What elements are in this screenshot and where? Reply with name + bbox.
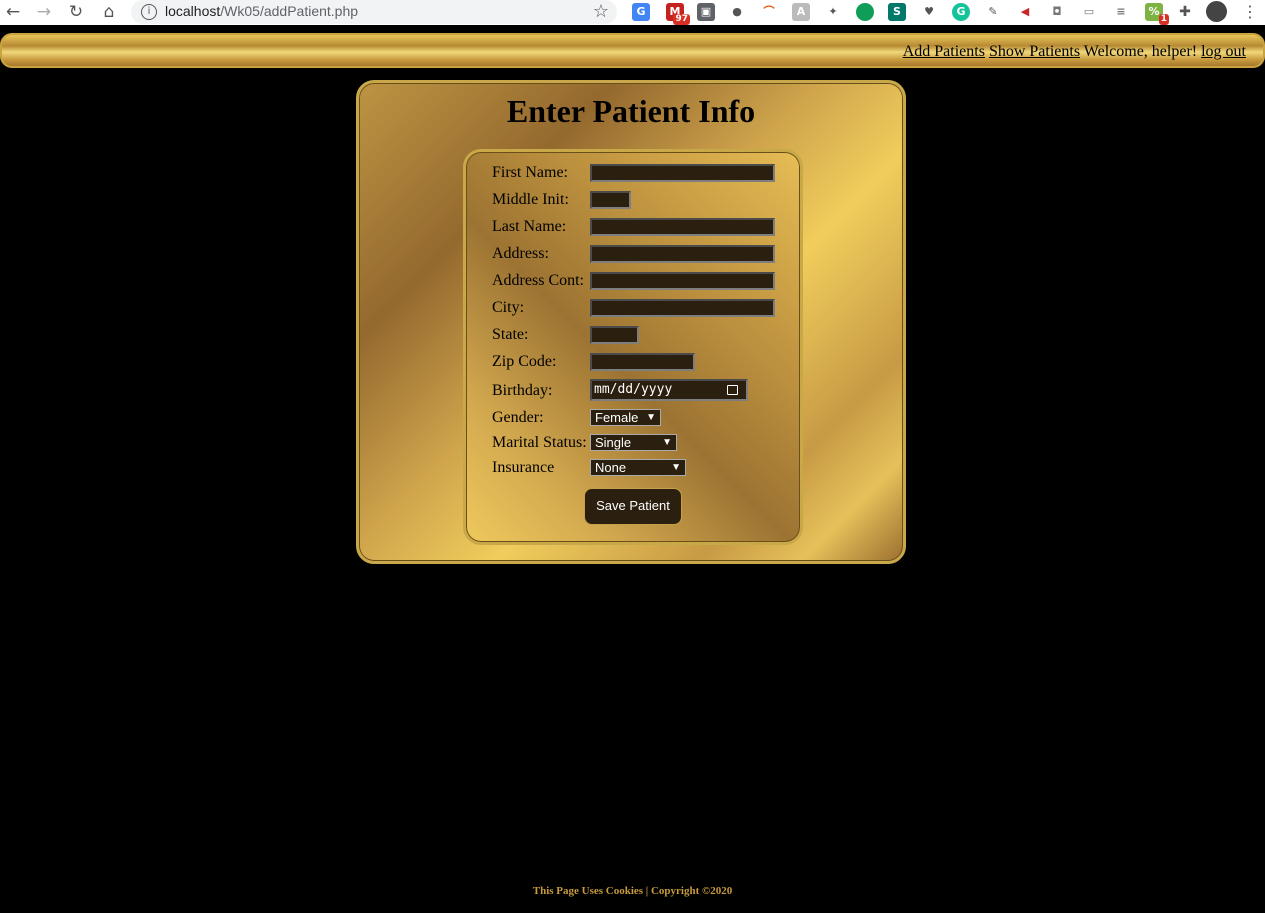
city-field[interactable] xyxy=(590,299,775,317)
bookmark-star-icon[interactable]: ☆ xyxy=(593,1,609,22)
back-icon[interactable]: ← xyxy=(2,1,24,23)
font-extension-icon[interactable]: A xyxy=(792,3,810,21)
city-label: City: xyxy=(492,299,525,316)
gmail-badge: 97 xyxy=(673,14,690,25)
insurance-label: Insurance xyxy=(492,459,555,476)
avatar[interactable] xyxy=(1206,1,1227,22)
chevron-down-icon: ▼ xyxy=(646,412,656,423)
insurance-value: None xyxy=(595,460,627,475)
patient-form: First Name: Middle Init: Last Name: Addr… xyxy=(463,149,803,545)
address-label: Address: xyxy=(492,245,549,262)
puzzle-extensions-icon[interactable]: ✚ xyxy=(1176,3,1194,21)
address-bar[interactable]: i localhost/Wk05/addPatient.php ☆ xyxy=(131,0,617,24)
birthday-placeholder: mm/dd/yyyy xyxy=(594,382,673,397)
bulb-extension-icon[interactable]: ● xyxy=(728,3,746,21)
marital-value: Single xyxy=(595,435,632,450)
address-cont-label: Address Cont: xyxy=(492,272,584,289)
state-field[interactable] xyxy=(590,326,639,344)
middle-init-label: Middle Init: xyxy=(492,191,569,208)
reload-icon[interactable]: ↻ xyxy=(65,1,87,23)
grammarly-extension-icon[interactable]: G xyxy=(952,3,970,21)
zip-label: Zip Code: xyxy=(492,353,557,370)
calendar-icon[interactable] xyxy=(727,385,738,395)
site-header: Add Patients Show Patients Welcome, help… xyxy=(0,33,1265,68)
forward-icon[interactable]: → xyxy=(33,1,55,23)
patient-panel: Enter Patient Info First Name: Middle In… xyxy=(356,80,906,564)
home-icon[interactable]: ⌂ xyxy=(98,1,120,23)
address-field[interactable] xyxy=(590,245,775,263)
eyedropper-extension-icon[interactable]: ✎ xyxy=(984,3,1002,21)
megaphone-extension-icon[interactable]: ◀ xyxy=(1016,3,1034,21)
last-name-field[interactable] xyxy=(590,218,775,236)
gender-label: Gender: xyxy=(492,409,544,426)
url-path: /Wk05/addPatient.php xyxy=(220,3,359,19)
save-patient-button[interactable]: Save Patient xyxy=(584,488,682,525)
logout-link[interactable]: log out xyxy=(1201,43,1246,60)
birthday-field[interactable]: mm/dd/yyyy xyxy=(590,379,748,401)
chevron-down-icon: ▼ xyxy=(671,462,681,473)
first-name-label: First Name: xyxy=(492,164,568,181)
list-extension-icon[interactable]: ≡ xyxy=(1112,3,1130,21)
tag-extension-icon[interactable]: % 1 xyxy=(1145,3,1169,25)
menu-icon[interactable]: ⋮ xyxy=(1239,1,1261,23)
gender-select[interactable]: Female ▼ xyxy=(590,409,661,426)
info-icon[interactable]: i xyxy=(141,4,157,20)
gender-value: Female xyxy=(595,410,639,425)
arc-extension-icon[interactable]: ⌒ xyxy=(760,3,778,21)
marital-select[interactable]: Single ▼ xyxy=(590,434,677,451)
url-host: localhost xyxy=(165,3,221,19)
s-extension-icon[interactable]: S xyxy=(888,3,906,21)
extension-icon[interactable]: ▣ xyxy=(697,3,715,21)
screenshot-extension-icon[interactable]: ▭ xyxy=(1080,3,1098,21)
address-cont-field[interactable] xyxy=(590,272,775,290)
marital-label: Marital Status: xyxy=(492,434,587,451)
shield-extension-icon[interactable]: ♥ xyxy=(920,3,938,21)
url-text[interactable]: localhost/Wk05/addPatient.php xyxy=(165,3,358,19)
browser-toolbar: ← → ↻ ⌂ i localhost/Wk05/addPatient.php … xyxy=(0,0,1265,25)
last-name-label: Last Name: xyxy=(492,218,567,235)
middle-init-field[interactable] xyxy=(590,191,631,209)
birthday-label: Birthday: xyxy=(492,382,553,399)
add-patients-link[interactable]: Add Patients xyxy=(903,43,985,60)
chat-extension-icon[interactable] xyxy=(856,3,874,21)
welcome-text: Welcome, helper! xyxy=(1083,43,1198,60)
ext-badge: 1 xyxy=(1158,14,1169,25)
chevron-down-icon: ▼ xyxy=(662,437,672,448)
dropbox-extension-icon[interactable]: ✦ xyxy=(824,3,842,21)
camera-extension-icon[interactable]: ◘ xyxy=(1048,3,1066,21)
show-patients-link[interactable]: Show Patients xyxy=(989,43,1080,60)
page-title: Enter Patient Info xyxy=(506,93,756,129)
header-nav: Add Patients Show Patients Welcome, help… xyxy=(903,43,1246,61)
state-label: State: xyxy=(492,326,529,343)
footer-text: This Page Uses Cookies | Copyright ©2020 xyxy=(532,885,733,897)
insurance-select[interactable]: None ▼ xyxy=(590,459,686,476)
translate-extension-icon[interactable]: G xyxy=(632,3,650,21)
first-name-field[interactable] xyxy=(590,164,775,182)
zip-field[interactable] xyxy=(590,353,695,371)
gmail-extension-icon[interactable]: M 97 xyxy=(666,3,690,25)
